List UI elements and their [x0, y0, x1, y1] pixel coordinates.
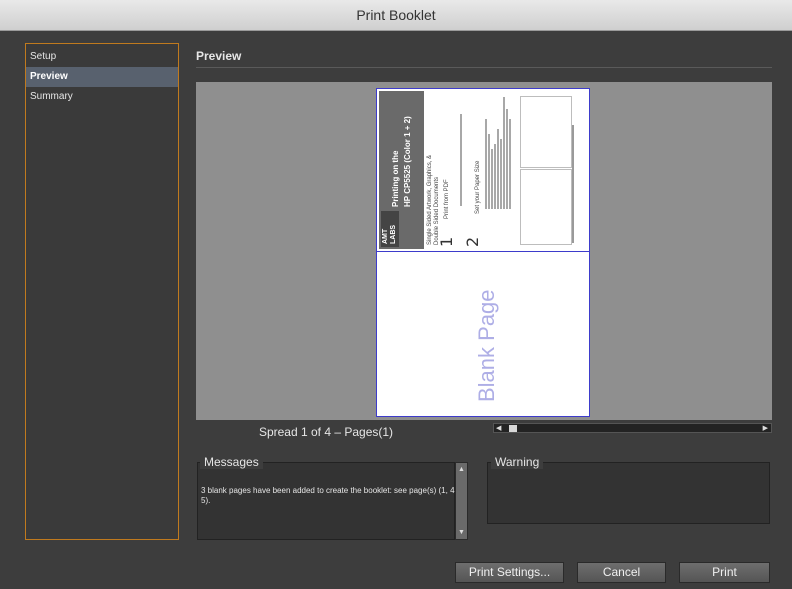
page-rule-4 — [491, 149, 493, 209]
print-button[interactable]: Print — [679, 562, 770, 583]
page-rule-1 — [460, 114, 462, 206]
page-heading-line1: Printing on the — [391, 150, 400, 207]
page-thumbnail-1 — [520, 96, 572, 168]
blank-page-text: Blank Page — [474, 289, 499, 402]
page-rule-2 — [485, 119, 487, 209]
amt-labs-logo: AMT LABS — [381, 211, 399, 247]
spread-label: Spread 1 of 4 – Pages(1) — [258, 425, 394, 439]
page-subtitle-line1: Single Sided Artwork, Graphics, & — [427, 154, 433, 245]
page-rule-5 — [494, 144, 496, 209]
messages-text: 3 blank pages have been added to create … — [201, 486, 457, 505]
sidebar-item-summary[interactable]: Summary — [26, 87, 178, 107]
spread-scrollbar[interactable]: ◀ ▶ — [493, 423, 772, 433]
warning-label: Warning — [491, 455, 544, 469]
print-settings-button[interactable]: Print Settings... — [455, 562, 564, 583]
scroll-right-arrow-icon[interactable]: ▶ — [763, 424, 768, 433]
messages-label-visible: Messages — [200, 455, 263, 469]
scroll-down-arrow-icon[interactable]: ▼ — [458, 529, 465, 536]
sidebar: Setup Preview Summary — [25, 43, 179, 540]
scroll-up-arrow-icon[interactable]: ▲ — [458, 466, 465, 473]
page-spread-preview: Printing on the HP CP5525 (Color 1 + 2) … — [376, 88, 590, 417]
logo-line2: LABS — [390, 224, 397, 244]
page-rule-3 — [488, 134, 490, 209]
blank-page: Blank Page — [377, 252, 589, 416]
step1-label: Print from PDF — [444, 179, 450, 219]
preview-page-content: Printing on the HP CP5525 (Color 1 + 2) … — [377, 89, 589, 252]
page-rule-10 — [509, 119, 511, 209]
window-title: Print Booklet — [356, 7, 436, 23]
scroll-left-arrow-icon[interactable]: ◀ — [496, 424, 501, 433]
page-rule-7 — [500, 139, 502, 209]
page-thumbnail-2 — [520, 169, 572, 245]
cancel-button[interactable]: Cancel — [577, 562, 666, 583]
warning-box — [487, 462, 770, 524]
title-bar: Print Booklet — [0, 0, 792, 31]
sidebar-item-preview[interactable]: Preview — [26, 67, 178, 87]
logo-line1: AMT — [382, 228, 389, 244]
step2-number: 2 — [463, 236, 482, 247]
page-subtitle-line2: Double Sided Documents — [434, 176, 440, 245]
messages-box: 3 blank pages have been added to create … — [197, 462, 457, 540]
step1-number: 1 — [437, 236, 456, 247]
page-rule-9 — [506, 109, 508, 209]
page-rule-6 — [497, 129, 499, 209]
scroll-thumb[interactable] — [509, 425, 517, 432]
page-rule-8 — [503, 97, 505, 209]
step2-label: Set your Paper Size — [475, 160, 481, 214]
page-edge-rule — [572, 125, 574, 243]
page-heading-line2: HP CP5525 (Color 1 + 2) — [403, 116, 412, 207]
sidebar-item-setup[interactable]: Setup — [26, 47, 178, 67]
section-title: Preview — [196, 49, 242, 63]
section-divider — [196, 67, 772, 68]
messages-scrollbar[interactable]: ▲ ▼ — [455, 462, 468, 540]
